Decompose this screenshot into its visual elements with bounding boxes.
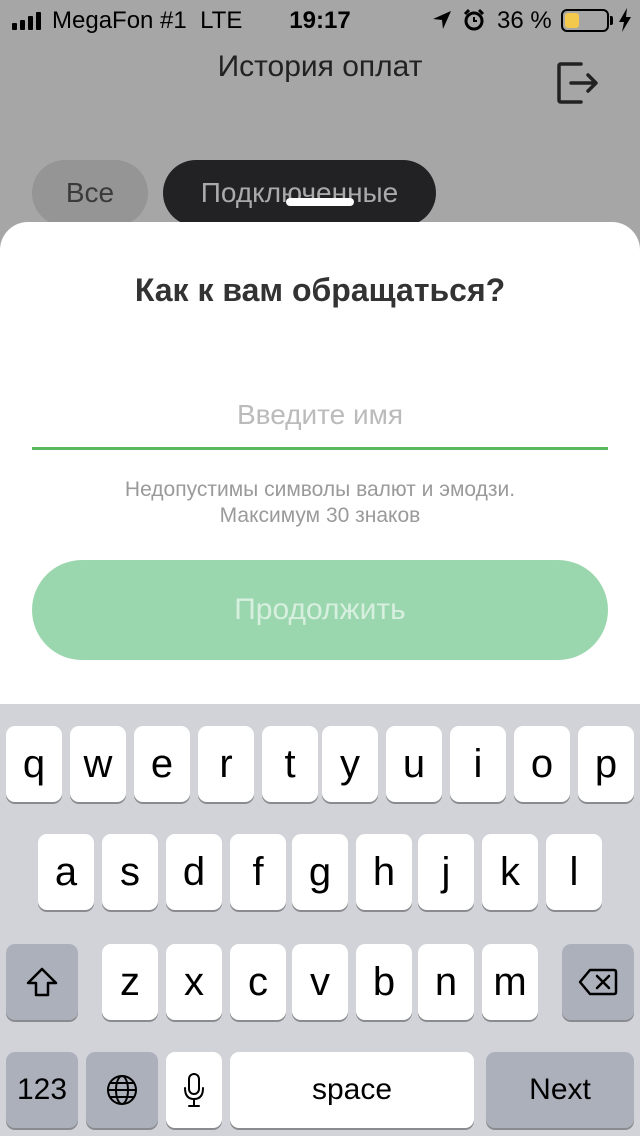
next-key[interactable]: Next	[486, 1052, 634, 1128]
key-i[interactable]: i	[450, 726, 506, 802]
key-a[interactable]: a	[38, 834, 94, 910]
name-bottom-sheet: Как к вам обращаться? Недопустимы символ…	[0, 222, 640, 704]
sheet-grabber[interactable]	[286, 198, 354, 206]
key-y[interactable]: y	[322, 726, 378, 802]
battery-percent: 36 %	[497, 7, 552, 34]
key-r[interactable]: r	[198, 726, 254, 802]
key-z[interactable]: z	[102, 944, 158, 1020]
hint-text-line1: Недопустимы символы валют и эмодзи.	[124, 478, 516, 501]
logout-icon[interactable]	[555, 60, 599, 106]
key-l[interactable]: l	[546, 834, 602, 910]
key-c[interactable]: c	[230, 944, 286, 1020]
shift-icon	[26, 967, 58, 997]
key-k[interactable]: k	[482, 834, 538, 910]
battery-icon	[561, 9, 609, 32]
globe-key[interactable]	[86, 1052, 158, 1128]
name-input[interactable]	[32, 382, 608, 450]
delete-key[interactable]	[562, 944, 634, 1020]
alarm-icon	[463, 8, 485, 31]
key-s[interactable]: s	[102, 834, 158, 910]
key-m[interactable]: m	[482, 944, 538, 1020]
shift-key[interactable]	[6, 944, 78, 1020]
filter-chip-all[interactable]: Все	[32, 160, 148, 226]
hint-text-line2: Максимум 30 знаков	[219, 504, 421, 527]
key-x[interactable]: x	[166, 944, 222, 1020]
page-title: История оплат	[217, 50, 423, 83]
location-arrow-icon	[433, 11, 451, 29]
key-o[interactable]: o	[514, 726, 570, 802]
key-f[interactable]: f	[230, 834, 286, 910]
numbers-key[interactable]: 123	[6, 1052, 78, 1128]
keyboard: q w e r t y u i o p a s d f g h j k l z …	[0, 704, 640, 1136]
key-t[interactable]: t	[262, 726, 318, 802]
key-q[interactable]: q	[6, 726, 62, 802]
key-v[interactable]: v	[292, 944, 348, 1020]
microphone-icon	[184, 1073, 204, 1107]
charging-bolt-icon	[619, 8, 631, 32]
status-bar: MegaFon #1 LTE 19:17 36 %	[0, 0, 640, 40]
key-u[interactable]: u	[386, 726, 442, 802]
key-b[interactable]: b	[356, 944, 412, 1020]
key-e[interactable]: e	[134, 726, 190, 802]
filter-chip-connected[interactable]: Подключенные	[163, 160, 436, 226]
key-w[interactable]: w	[70, 726, 126, 802]
battery-cap	[610, 16, 613, 25]
dictation-key[interactable]	[166, 1052, 222, 1128]
key-d[interactable]: d	[166, 834, 222, 910]
continue-button[interactable]: Продолжить	[32, 560, 608, 660]
sheet-title: Как к вам обращаться?	[134, 272, 506, 308]
background-app: MegaFon #1 LTE 19:17 36 % История оплат …	[0, 0, 640, 260]
key-h[interactable]: h	[356, 834, 412, 910]
key-g[interactable]: g	[292, 834, 348, 910]
space-key[interactable]: space	[230, 1052, 474, 1128]
globe-icon	[107, 1075, 137, 1105]
key-j[interactable]: j	[418, 834, 474, 910]
backspace-icon	[578, 968, 618, 996]
key-n[interactable]: n	[418, 944, 474, 1020]
key-p[interactable]: p	[578, 726, 634, 802]
